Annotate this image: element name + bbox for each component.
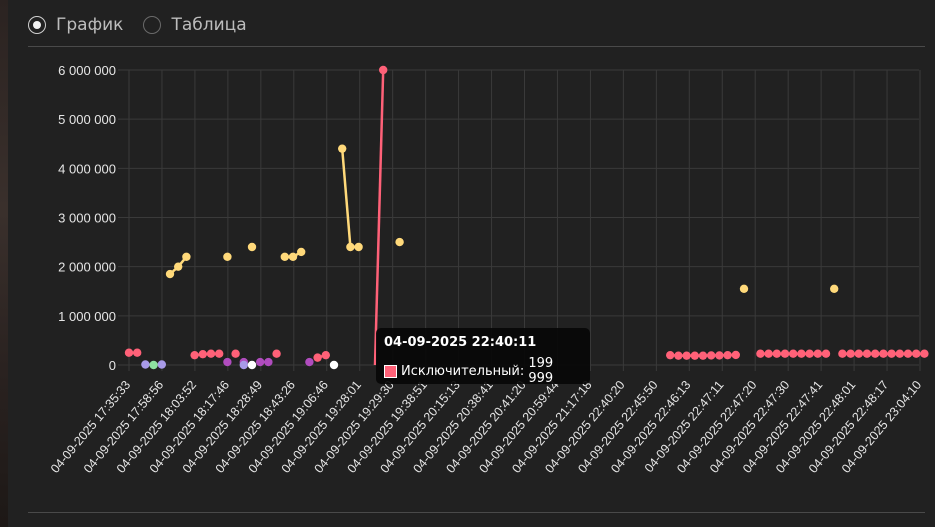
data-point bbox=[903, 349, 913, 358]
data-point bbox=[379, 65, 388, 75]
series-line bbox=[340, 148, 352, 248]
data-point bbox=[165, 269, 175, 279]
data-point bbox=[124, 348, 134, 357]
tooltip-value: 199 999 bbox=[528, 356, 554, 386]
data-point bbox=[756, 349, 765, 358]
y-tick-label: 0 bbox=[109, 358, 116, 373]
y-tick-label: 4 000 000 bbox=[58, 161, 116, 176]
tooltip-series-label: Исключительный bbox=[400, 363, 520, 379]
data-point bbox=[182, 252, 191, 262]
data-point bbox=[149, 360, 158, 370]
data-point bbox=[887, 349, 896, 358]
data-point bbox=[731, 350, 740, 360]
data-point bbox=[780, 349, 790, 358]
y-tick-label: 1 000 000 bbox=[58, 309, 116, 324]
data-point bbox=[813, 349, 822, 358]
data-point bbox=[264, 357, 273, 367]
data-point bbox=[707, 351, 716, 360]
data-point bbox=[772, 349, 781, 358]
chart-tooltip: 04-09-2025 22:40:11 Исключительный: 199 … bbox=[376, 328, 590, 386]
data-point bbox=[198, 349, 207, 359]
data-point bbox=[239, 360, 248, 370]
data-point bbox=[354, 242, 363, 252]
data-point bbox=[206, 349, 216, 358]
line-chart: 0 1 000 000 2 000 000 3 000 000 4 000 000 5 0… bbox=[48, 63, 929, 476]
data-point bbox=[141, 360, 150, 369]
data-point bbox=[698, 351, 708, 360]
data-point bbox=[789, 349, 798, 358]
data-point bbox=[838, 349, 847, 358]
data-point bbox=[682, 351, 691, 360]
data-point bbox=[830, 284, 839, 293]
tooltip-title: 04-09-2025 22:40:11 bbox=[384, 335, 537, 350]
data-point bbox=[223, 252, 232, 262]
data-point bbox=[346, 242, 355, 252]
y-tick-label: 3 000 000 bbox=[58, 211, 116, 226]
data-point bbox=[223, 357, 232, 367]
data-point bbox=[821, 349, 831, 358]
data-point bbox=[739, 284, 749, 293]
data-point bbox=[256, 357, 265, 367]
data-point bbox=[666, 350, 675, 360]
y-tick-label: 2 000 000 bbox=[58, 260, 116, 275]
data-point bbox=[338, 144, 347, 153]
data-point bbox=[797, 349, 806, 358]
data-point bbox=[313, 353, 322, 362]
y-axis-labels: 0 1 000 000 2 000 000 3 000 000 4 000 000 5 0… bbox=[58, 63, 116, 373]
data-point bbox=[231, 349, 240, 358]
data-point bbox=[157, 360, 166, 369]
data-point bbox=[895, 349, 904, 358]
tooltip-swatch bbox=[384, 364, 397, 378]
data-point bbox=[879, 349, 888, 358]
data-point bbox=[674, 351, 683, 360]
data-point bbox=[305, 357, 314, 367]
data-point bbox=[247, 360, 257, 370]
data-point bbox=[862, 349, 872, 358]
data-point bbox=[723, 350, 732, 360]
y-tick-label: 6 000 000 bbox=[58, 63, 116, 78]
data-point bbox=[690, 351, 699, 360]
data-point bbox=[329, 360, 339, 370]
data-point bbox=[288, 252, 298, 262]
data-point bbox=[133, 348, 142, 357]
data-point bbox=[920, 349, 929, 358]
data-point bbox=[272, 349, 281, 358]
chart-grid bbox=[118, 69, 921, 371]
data-point bbox=[805, 349, 814, 358]
data-point bbox=[871, 349, 880, 358]
data-point bbox=[395, 237, 404, 247]
data-point bbox=[280, 252, 289, 262]
data-point bbox=[321, 350, 330, 360]
data-point bbox=[190, 350, 199, 360]
data-point bbox=[854, 349, 863, 358]
data-point bbox=[297, 247, 306, 257]
data-point bbox=[715, 351, 724, 360]
data-point bbox=[215, 349, 224, 358]
y-tick-label: 5 000 000 bbox=[58, 112, 116, 127]
data-point bbox=[764, 349, 773, 358]
x-axis-labels: 04-09-2025 17:35:3304-09-2025 17:58:5604… bbox=[48, 378, 924, 476]
data-point bbox=[247, 242, 257, 252]
data-point bbox=[174, 262, 183, 271]
data-point bbox=[846, 349, 855, 358]
data-point bbox=[912, 349, 921, 358]
